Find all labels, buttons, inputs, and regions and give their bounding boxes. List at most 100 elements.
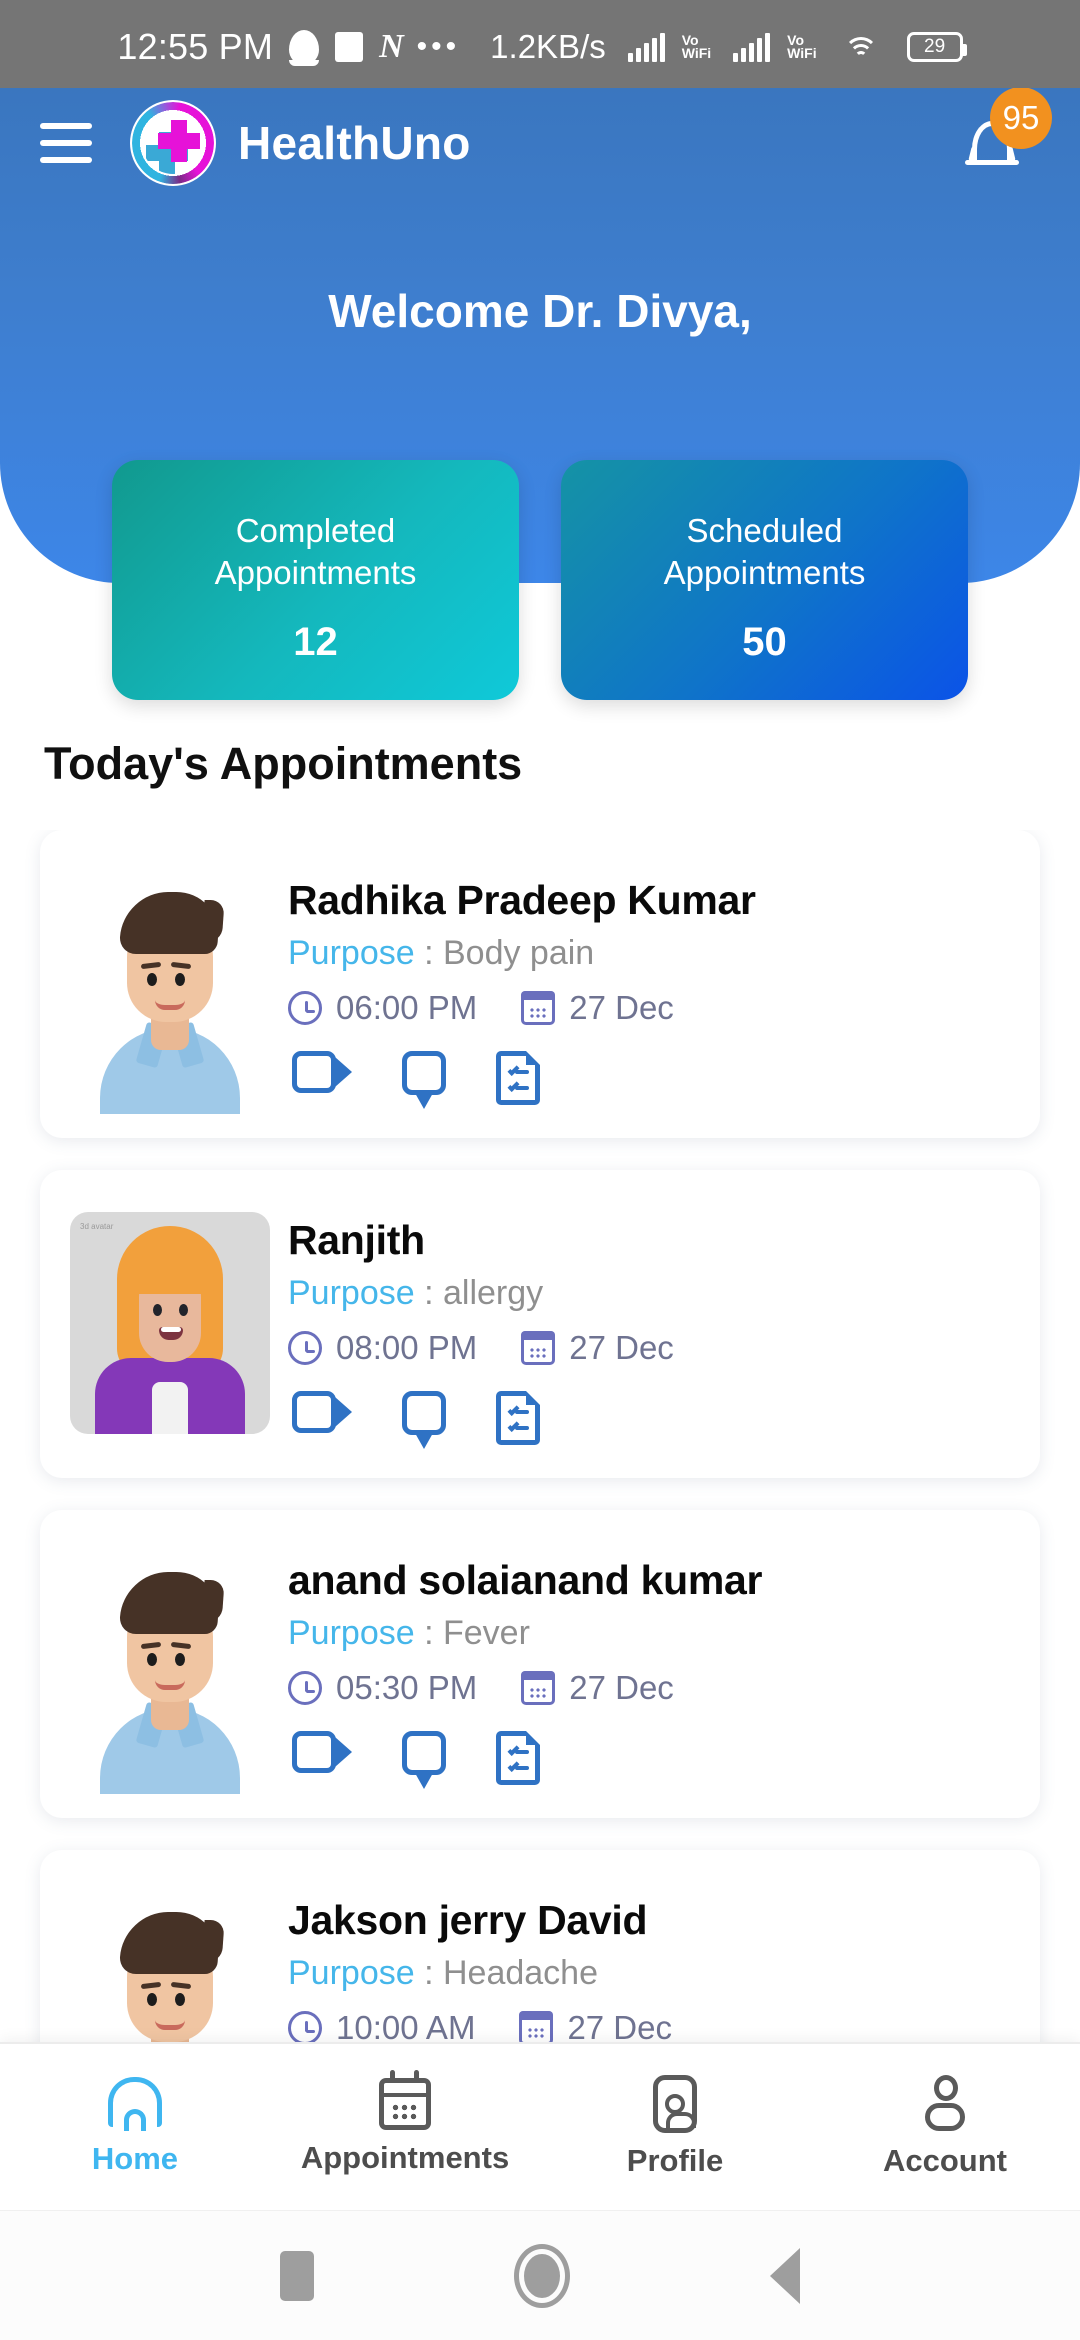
battery-icon: 29 (906, 32, 967, 62)
appointment-meta: 10:00 AM 27 Dec (288, 2009, 1010, 2045)
purpose-value: Body pain (442, 934, 595, 972)
list-item[interactable]: Jakson jerry David Purpose : Headache 10… (40, 1850, 1040, 2045)
appointment-date: 27 Dec (569, 1669, 674, 1706)
more-dots-icon: ••• (416, 30, 461, 63)
hamburger-icon[interactable] (40, 123, 92, 163)
list-item[interactable]: 3d avatar Ranjith Purpose : allergy 08:0… (40, 1170, 1040, 1478)
appointment-actions (288, 1051, 1010, 1109)
prescription-icon[interactable] (496, 1391, 540, 1445)
prescription-icon[interactable] (496, 1731, 540, 1785)
volte-bottom-2: WiFi (787, 45, 817, 61)
appointment-actions (288, 1731, 1010, 1789)
purpose-label: Purpose (288, 1274, 415, 1312)
purpose-value: allergy (442, 1274, 544, 1312)
nav-item-appointments[interactable]: Appointments (270, 2044, 540, 2210)
snapchat-icon (289, 30, 320, 66)
stat-card-completed[interactable]: Completed Appointments 12 (112, 460, 519, 700)
nav-label-account: Account (883, 2143, 1007, 2178)
wifi-icon (843, 33, 879, 61)
calendar-icon (379, 2070, 431, 2130)
back-triangle-icon[interactable] (770, 2247, 800, 2304)
stats-row: Completed Appointments 12 Scheduled Appo… (0, 460, 1080, 700)
chat-icon[interactable] (402, 1391, 446, 1449)
appointment-time: 10:00 AM (336, 2009, 476, 2045)
android-navigation-bar (0, 2210, 1080, 2340)
avatar (70, 854, 270, 1114)
nav-label-home: Home (91, 2141, 179, 2176)
status-bar-data-rate: 1.2KB/s (490, 28, 606, 65)
n-slash-icon: N (379, 28, 404, 65)
healthuno-logo-icon (130, 100, 216, 186)
home-icon (108, 2077, 162, 2131)
purpose-label: Purpose (288, 934, 415, 972)
purpose-line: Purpose : Headache (288, 1954, 1010, 1993)
chat-icon[interactable] (402, 1731, 446, 1789)
video-call-icon[interactable] (292, 1391, 352, 1433)
appointment-actions (288, 1391, 1010, 1449)
stat-value-completed: 12 (293, 620, 338, 664)
prescription-icon[interactable] (496, 1051, 540, 1105)
avatar (70, 1534, 270, 1794)
home-circle-icon[interactable] (514, 2243, 570, 2308)
purpose-line: Purpose : allergy (288, 1274, 1010, 1313)
patient-name: anand solaianand kumar (288, 1557, 763, 1603)
signal-bars-sim1-icon (627, 32, 665, 62)
patient-name: Jakson jerry David (288, 1897, 648, 1943)
recents-square-icon[interactable] (280, 2250, 314, 2301)
profile-card-icon (653, 2075, 697, 2133)
purpose-label: Purpose (288, 1614, 415, 1652)
appointment-meta: 08:00 PM 27 Dec (288, 1329, 1010, 1367)
clock-icon (288, 1331, 322, 1365)
patient-name: Ranjith (288, 1217, 425, 1263)
nav-label-appointments: Appointments (300, 2140, 510, 2175)
brand-logo-group: HealthUno (130, 100, 471, 186)
person-icon (921, 2075, 969, 2133)
list-item[interactable]: anand solaianand kumar Purpose : Fever 0… (40, 1510, 1040, 1818)
appointment-time: 05:30 PM (336, 1669, 478, 1706)
list-item[interactable]: Radhika Pradeep Kumar Purpose : Body pai… (40, 830, 1040, 1138)
purpose-separator: : (414, 1954, 443, 1992)
stat-value-scheduled: 50 (742, 620, 787, 664)
purpose-separator: : (414, 1614, 443, 1652)
nav-label-profile: Profile (626, 2143, 724, 2178)
purpose-value: Fever (442, 1614, 530, 1652)
clock-icon (288, 2011, 322, 2045)
video-call-icon[interactable] (292, 1731, 352, 1773)
purpose-separator: : (414, 1274, 443, 1312)
clock-icon (288, 1671, 322, 1705)
nav-item-account[interactable]: Account (810, 2044, 1080, 2210)
nav-item-profile[interactable]: Profile (540, 2044, 810, 2210)
nav-item-home[interactable]: Home (0, 2044, 270, 2210)
notification-badge: 95 (990, 87, 1052, 149)
signal-bars-sim2-icon (733, 32, 771, 62)
appointments-list[interactable]: Radhika Pradeep Kumar Purpose : Body pai… (0, 830, 1080, 2045)
volte-label-sim1: Vo WiFi (681, 33, 712, 61)
status-bar-time: 12:55 PM (117, 26, 274, 67)
calendar-icon (519, 2011, 554, 2045)
purpose-label: Purpose (288, 1954, 415, 1992)
volte-bottom-1: WiFi (681, 45, 712, 61)
avatar (70, 1874, 270, 2045)
chat-icon[interactable] (402, 1051, 446, 1109)
appointment-date: 27 Dec (567, 2009, 672, 2045)
page-title: Today's Appointments (44, 738, 523, 789)
square-icon (335, 32, 364, 62)
stat-card-scheduled[interactable]: Scheduled Appointments 50 (561, 460, 968, 700)
stat-label-line2: Appointments (663, 554, 866, 591)
calendar-icon (521, 1671, 556, 1705)
calendar-icon (521, 991, 556, 1025)
volte-label-sim2: Vo WiFi (787, 33, 817, 61)
appointment-date: 27 Dec (569, 989, 674, 1026)
avatar: 3d avatar (70, 1212, 270, 1434)
video-call-icon[interactable] (292, 1051, 352, 1093)
purpose-separator: : (414, 934, 443, 972)
purpose-line: Purpose : Fever (288, 1614, 1010, 1653)
appointment-date: 27 Dec (569, 1329, 674, 1366)
bottom-navigation: Home Appointments Profile Account (0, 2042, 1080, 2210)
appointment-meta: 05:30 PM 27 Dec (288, 1669, 1010, 1707)
notifications-button[interactable]: 95 (944, 87, 1052, 191)
stat-label-line1: Completed (235, 512, 396, 549)
welcome-message: Welcome Dr. Divya, (328, 285, 752, 337)
battery-level: 29 (924, 36, 946, 57)
clock-icon (288, 991, 322, 1025)
